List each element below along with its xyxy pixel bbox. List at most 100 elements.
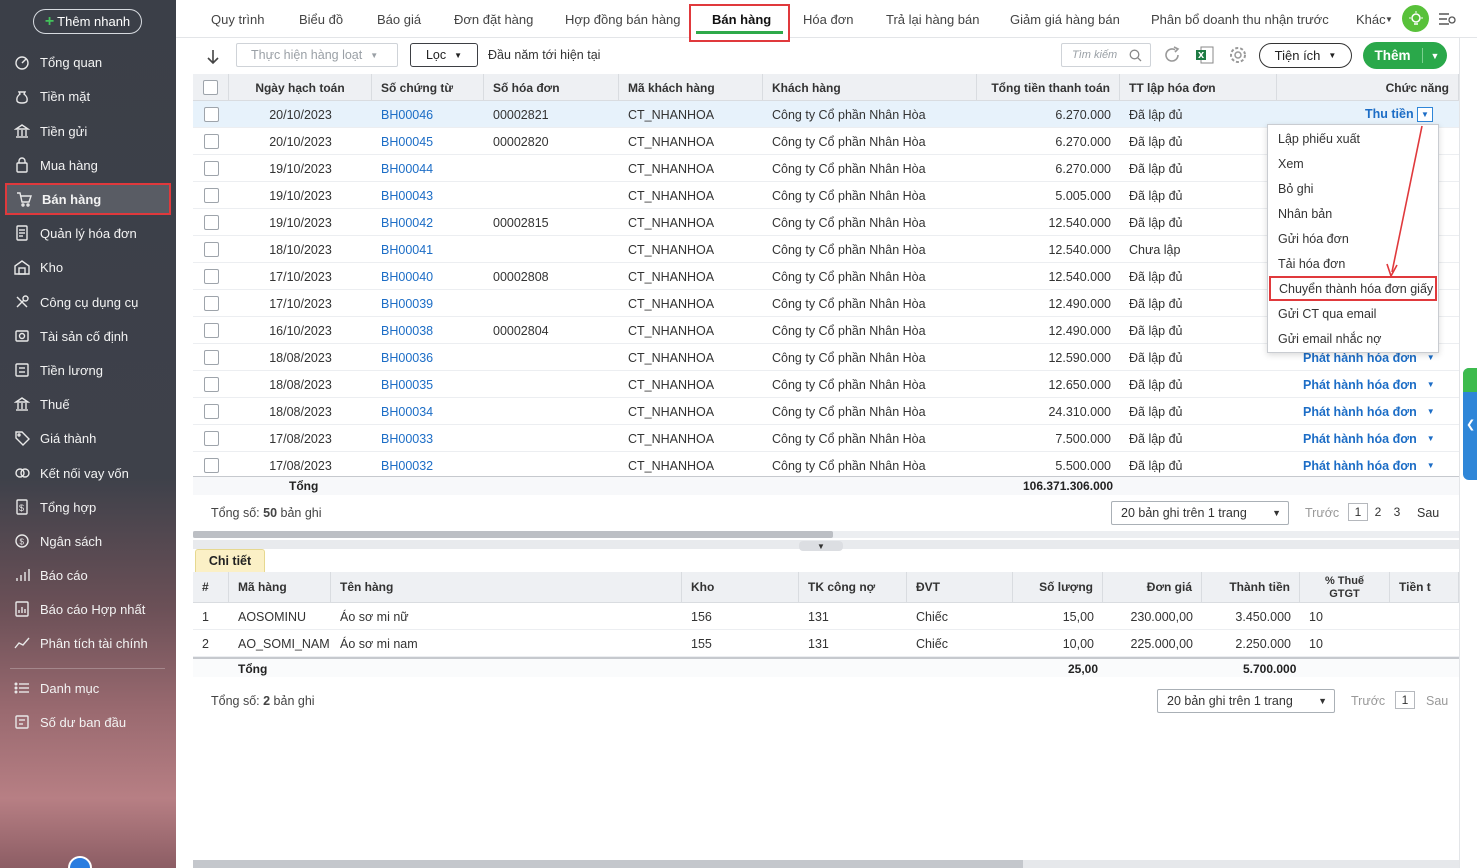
checkbox[interactable]	[203, 323, 219, 338]
checkbox[interactable]	[203, 188, 219, 203]
period-label[interactable]: Đầu năm tới hiện tại	[488, 48, 600, 62]
voucher-number[interactable]: BH00035	[372, 371, 484, 398]
voucher-number[interactable]: BH00039	[372, 290, 484, 317]
menu-item[interactable]: Gửi email nhắc nợ	[1268, 326, 1440, 351]
voucher-number[interactable]: BH00040	[372, 263, 484, 290]
detail-column-header[interactable]: TK công nợ	[799, 572, 907, 603]
collect-money-link[interactable]: Thu tiền	[1365, 107, 1414, 121]
chevron-down-icon[interactable]: ▼	[1427, 380, 1435, 389]
table-row[interactable]: 18/08/2023 BH00035 CT_NHANHOA Công ty Cổ ph…	[193, 371, 1459, 398]
tab-detail[interactable]: Chi tiết	[195, 549, 265, 572]
sidebar-item-report[interactable]: Báo cáo	[5, 559, 171, 591]
checkbox[interactable]	[203, 350, 219, 365]
issue-invoice-link[interactable]: Phát hành hóa đơn ▼	[1294, 425, 1444, 452]
voucher-number[interactable]: BH00036	[372, 344, 484, 371]
detail-column-header[interactable]: % Thuế GTGT	[1300, 572, 1390, 603]
tab-9[interactable]: Phân bổ doanh thu nhận trước	[1151, 0, 1329, 38]
gear-icon[interactable]	[1228, 45, 1248, 65]
page-size-select[interactable]: 20 bản ghi trên 1 trang ▼	[1111, 501, 1289, 525]
collapse-handle-icon[interactable]: ▼	[799, 541, 843, 551]
menu-item[interactable]: Nhân bản	[1268, 201, 1440, 226]
side-panel-toggle[interactable]: ❮	[1463, 368, 1477, 480]
detail-column-header[interactable]: Số lượng	[1013, 572, 1103, 603]
batch-action-dropdown[interactable]: Thực hiện hàng loạt ▼	[236, 43, 398, 67]
sidebar-item-money-bag[interactable]: Tiền mặt	[5, 80, 171, 112]
checkbox[interactable]	[203, 161, 219, 176]
table-row[interactable]: 17/08/2023 BH00032 CT_NHANHOA Công ty Cổ ph…	[193, 452, 1459, 479]
detail-row[interactable]: 1 AOSOMINU Áo sơ mi nữ 156 131 Chiếc 15,00 230.…	[193, 603, 1459, 630]
voucher-number[interactable]: BH00042	[372, 209, 484, 236]
sidebar-item-tools[interactable]: Công cụ dụng cụ	[5, 286, 171, 318]
column-header[interactable]: TT lập hóa đơn	[1120, 74, 1277, 101]
tab-5[interactable]: Bán hàng	[712, 0, 771, 38]
sidebar-item-cart[interactable]: Bán hàng	[5, 183, 171, 215]
column-header[interactable]: Mã khách hàng	[619, 74, 763, 101]
row-actions-dropdown[interactable]: ▼	[1417, 107, 1433, 122]
bottom-scrollbar[interactable]	[193, 860, 1459, 868]
detail-page-size-select[interactable]: 20 bản ghi trên 1 trang ▼	[1157, 689, 1335, 713]
checkbox[interactable]	[203, 377, 219, 392]
detail-column-header[interactable]: Tiền t	[1390, 572, 1459, 603]
table-row[interactable]: 17/08/2023 BH00033 CT_NHANHOA Công ty Cổ ph…	[193, 425, 1459, 452]
tab-0[interactable]: Quy trình	[211, 0, 264, 38]
issue-invoice-link[interactable]: Phát hành hóa đơn ▼	[1294, 371, 1444, 398]
sidebar-item-loan[interactable]: Kết nối vay vốn	[5, 457, 171, 489]
sidebar-item-warehouse[interactable]: Kho	[5, 251, 171, 283]
column-header[interactable]: Chức năng	[1277, 74, 1459, 101]
voucher-number[interactable]: BH00046	[372, 101, 484, 128]
collapse-arrow-icon[interactable]	[205, 48, 221, 66]
sidebar-item-payroll[interactable]: Tiền lương	[5, 354, 171, 386]
voucher-number[interactable]: BH00045	[372, 128, 484, 155]
lightbulb-icon[interactable]	[1402, 5, 1429, 32]
page-1-button[interactable]: 1	[1348, 503, 1368, 521]
detail-column-header[interactable]: #	[193, 572, 229, 603]
chevron-down-icon[interactable]: ▼	[1427, 434, 1435, 443]
bottom-scrollbar-thumb[interactable]	[193, 860, 1023, 868]
tab-3[interactable]: Đơn đặt hàng	[454, 0, 533, 38]
voucher-number[interactable]: BH00044	[372, 155, 484, 182]
panel-splitter[interactable]: ▼	[193, 540, 1459, 551]
detail-prev-button[interactable]: Trước	[1351, 694, 1385, 708]
sidebar-item-list[interactable]: Danh mục	[5, 672, 171, 704]
filter-button[interactable]: Lọc ▼	[410, 43, 478, 67]
sidebar-item-analysis[interactable]: Phân tích tài chính	[5, 627, 171, 659]
chevron-down-icon[interactable]: ▼	[1427, 461, 1435, 470]
tab-2[interactable]: Báo giá	[377, 0, 421, 38]
refresh-icon[interactable]	[1162, 45, 1182, 65]
detail-column-header[interactable]: Tên hàng	[331, 572, 682, 603]
checkbox[interactable]	[203, 404, 219, 419]
voucher-number[interactable]: BH00041	[372, 236, 484, 263]
issue-invoice-link[interactable]: Phát hành hóa đơn ▼	[1294, 452, 1444, 479]
add-button[interactable]: Thêm ▼	[1363, 42, 1447, 69]
sidebar-item-asset[interactable]: Tài sản cố định	[5, 320, 171, 352]
page-3-button[interactable]: 3	[1387, 503, 1407, 521]
chevron-down-icon[interactable]: ▼	[1427, 353, 1435, 362]
column-header[interactable]: Số chứng từ	[372, 74, 484, 101]
quick-add-button[interactable]: + Thêm nhanh	[33, 9, 142, 34]
sidebar-item-budget[interactable]: $ Ngân sách	[5, 525, 171, 557]
select-all-checkbox[interactable]	[193, 74, 229, 101]
tab-1[interactable]: Biểu đồ	[299, 0, 343, 38]
tools-button[interactable]: Tiện ích ▼	[1259, 43, 1352, 68]
table-row[interactable]: 18/08/2023 BH00034 CT_NHANHOA Công ty Cổ ph…	[193, 398, 1459, 425]
tab-10[interactable]: Khác	[1356, 0, 1386, 38]
sidebar-item-summary[interactable]: $ Tổng hợp	[5, 491, 171, 523]
menu-item[interactable]: Gửi hóa đơn	[1268, 226, 1440, 251]
next-page-button[interactable]: Sau	[1417, 506, 1439, 520]
detail-column-header[interactable]: ĐVT	[907, 572, 1013, 603]
detail-column-header[interactable]: Thành tiền	[1202, 572, 1300, 603]
tab-6[interactable]: Hóa đơn	[803, 0, 853, 38]
checkbox[interactable]	[203, 242, 219, 257]
checkbox[interactable]	[203, 269, 219, 284]
checkbox[interactable]	[203, 107, 219, 122]
detail-column-header[interactable]: Đơn giá	[1103, 572, 1202, 603]
tab-4[interactable]: Hợp đồng bán hàng	[565, 0, 681, 38]
convert-to-paper-invoice-item[interactable]: Chuyển thành hóa đơn giấy	[1269, 276, 1437, 301]
checkbox[interactable]	[203, 134, 219, 149]
tab-7[interactable]: Trả lại hàng bán	[886, 0, 979, 38]
voucher-number[interactable]: BH00038	[372, 317, 484, 344]
sidebar-item-balance[interactable]: Số dư ban đầu	[5, 706, 171, 738]
column-header[interactable]: Ngày hạch toán	[229, 74, 372, 101]
detail-column-header[interactable]: Kho	[682, 572, 799, 603]
sidebar-item-consolidated-report[interactable]: Báo cáo Hợp nhất	[5, 593, 171, 625]
